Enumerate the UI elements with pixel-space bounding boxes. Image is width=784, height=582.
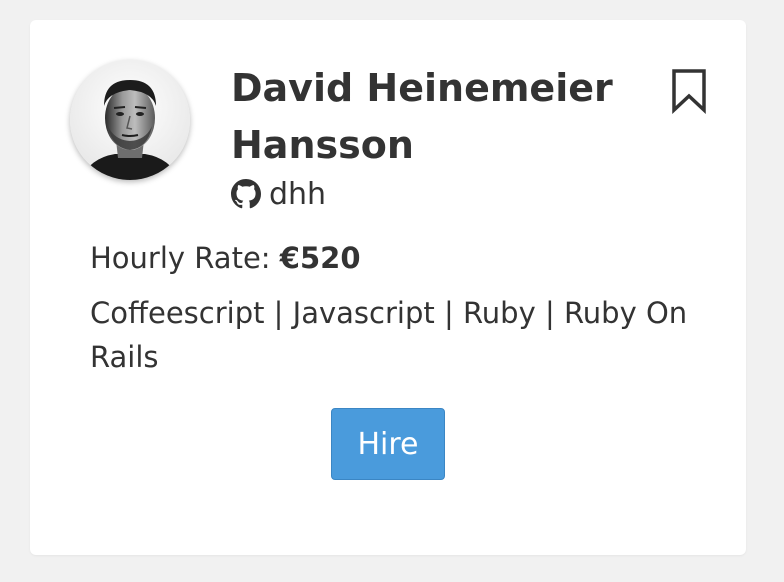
developer-name: David Heinemeier Hansson bbox=[231, 66, 613, 167]
github-handle[interactable]: dhh bbox=[231, 174, 326, 214]
avatar bbox=[70, 60, 190, 180]
hourly-rate-value: €520 bbox=[279, 241, 361, 275]
hire-button[interactable]: Hire bbox=[331, 408, 445, 480]
person-photo-icon bbox=[70, 60, 190, 180]
hourly-rate-label: Hourly Rate: bbox=[90, 241, 280, 275]
github-icon bbox=[231, 179, 261, 209]
skills-list: Coffeescript | Javascript | Ruby | Ruby … bbox=[90, 296, 688, 374]
github-username[interactable]: dhh bbox=[269, 177, 326, 212]
hourly-rate: Hourly Rate: €520 bbox=[90, 238, 361, 278]
developer-card: David Heinemeier Hansson dhh Hourly Rate… bbox=[30, 20, 746, 555]
bookmark-icon[interactable] bbox=[671, 68, 707, 114]
